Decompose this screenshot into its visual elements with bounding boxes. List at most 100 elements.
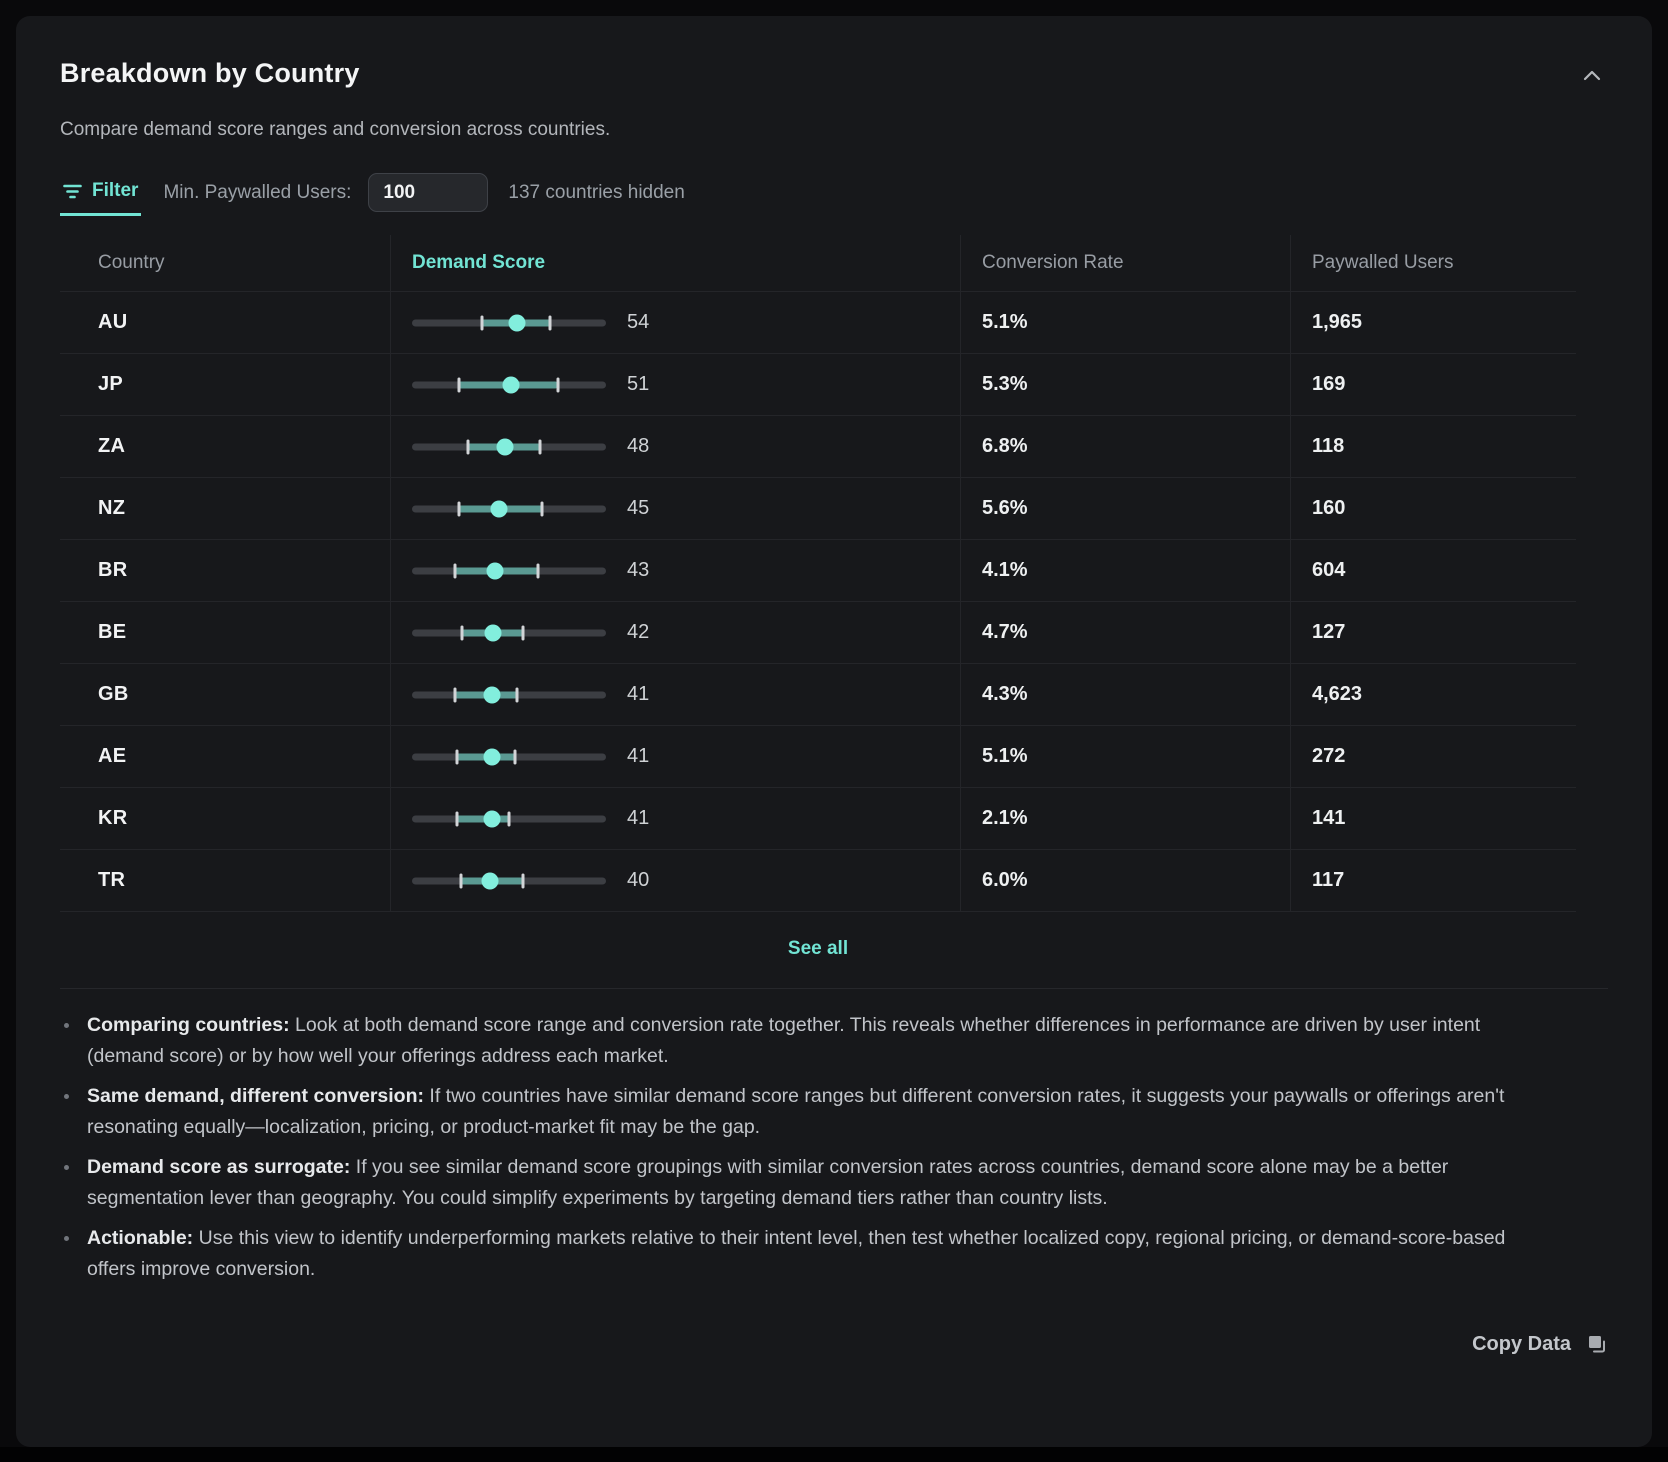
demand-score-dot[interactable] bbox=[483, 686, 500, 703]
column-header-country[interactable]: Country bbox=[60, 235, 390, 291]
demand-score-range-slider[interactable] bbox=[412, 624, 606, 642]
conversion-rate-value: 5.1% bbox=[960, 292, 1290, 353]
page-bottom-strip bbox=[0, 1447, 1668, 1462]
country-code: JP bbox=[60, 354, 390, 415]
collapse-button[interactable] bbox=[1576, 60, 1608, 95]
card-footer: Copy Data bbox=[60, 1333, 1608, 1356]
subtitle: Compare demand score ranges and conversi… bbox=[60, 119, 1608, 141]
copy-data-button[interactable]: Copy Data bbox=[1472, 1333, 1608, 1356]
range-min-tick[interactable] bbox=[459, 873, 462, 888]
range-max-tick[interactable] bbox=[521, 873, 524, 888]
hidden-countries-note: 137 countries hidden bbox=[508, 182, 684, 204]
table-row: AE 41 5.1% 272 bbox=[60, 726, 1576, 788]
country-code: TR bbox=[60, 850, 390, 911]
paywalled-users-value: 141 bbox=[1290, 788, 1576, 849]
range-max-tick[interactable] bbox=[537, 563, 540, 578]
demand-score-value: 41 bbox=[627, 807, 649, 830]
demand-score-value: 45 bbox=[627, 497, 649, 520]
insight-notes: Comparing countries: Look at both demand… bbox=[60, 1010, 1608, 1285]
country-table: Country Demand Score Conversion Rate Pay… bbox=[60, 235, 1576, 912]
table-row: TR 40 6.0% 117 bbox=[60, 850, 1576, 912]
table-header-row: Country Demand Score Conversion Rate Pay… bbox=[60, 235, 1576, 292]
demand-score-range-slider[interactable] bbox=[412, 500, 606, 518]
demand-score-range-slider[interactable] bbox=[412, 810, 606, 828]
min-paywalled-users-input[interactable] bbox=[368, 173, 488, 212]
paywalled-users-value: 604 bbox=[1290, 540, 1576, 601]
range-max-tick[interactable] bbox=[513, 749, 516, 764]
range-max-tick[interactable] bbox=[508, 811, 511, 826]
range-max-tick[interactable] bbox=[556, 377, 559, 392]
demand-score-range-slider[interactable] bbox=[412, 748, 606, 766]
note-demand-score-as-surrogate: Demand score as surrogate: If you see si… bbox=[60, 1152, 1552, 1214]
country-code: GB bbox=[60, 664, 390, 725]
country-code: AE bbox=[60, 726, 390, 787]
country-code: ZA bbox=[60, 416, 390, 477]
breakdown-card: Breakdown by Country Compare demand scor… bbox=[16, 16, 1652, 1447]
range-max-tick[interactable] bbox=[540, 501, 543, 516]
conversion-rate-value: 5.3% bbox=[960, 354, 1290, 415]
demand-score-dot[interactable] bbox=[508, 314, 525, 331]
see-all-button[interactable]: See all bbox=[788, 938, 848, 960]
paywalled-users-value: 117 bbox=[1290, 850, 1576, 911]
conversion-rate-value: 2.1% bbox=[960, 788, 1290, 849]
demand-score-dot[interactable] bbox=[487, 562, 504, 579]
min-paywalled-users-label: Min. Paywalled Users: bbox=[163, 182, 351, 204]
demand-score-dot[interactable] bbox=[483, 748, 500, 765]
range-min-tick[interactable] bbox=[455, 811, 458, 826]
table-row: ZA 48 6.8% 118 bbox=[60, 416, 1576, 478]
demand-score-dot[interactable] bbox=[485, 624, 502, 641]
range-min-tick[interactable] bbox=[453, 563, 456, 578]
table-row: NZ 45 5.6% 160 bbox=[60, 478, 1576, 540]
note-comparing-countries: Comparing countries: Look at both demand… bbox=[60, 1010, 1552, 1072]
range-min-tick[interactable] bbox=[457, 377, 460, 392]
range-max-tick[interactable] bbox=[515, 687, 518, 702]
filter-tab-label: Filter bbox=[92, 180, 138, 202]
demand-score-value: 43 bbox=[627, 559, 649, 582]
demand-score-range-slider[interactable] bbox=[412, 872, 606, 890]
table-row: GB 41 4.3% 4,623 bbox=[60, 664, 1576, 726]
demand-score-dot[interactable] bbox=[491, 500, 508, 517]
range-min-tick[interactable] bbox=[453, 687, 456, 702]
demand-score-range-slider[interactable] bbox=[412, 686, 606, 704]
demand-score-dot[interactable] bbox=[497, 438, 514, 455]
range-max-tick[interactable] bbox=[521, 625, 524, 640]
table-row: KR 41 2.1% 141 bbox=[60, 788, 1576, 850]
paywalled-users-value: 272 bbox=[1290, 726, 1576, 787]
filter-tab[interactable]: Filter bbox=[60, 180, 141, 216]
note-same-demand-different-conversion: Same demand, different conversion: If tw… bbox=[60, 1081, 1552, 1143]
range-min-tick[interactable] bbox=[461, 625, 464, 640]
range-min-tick[interactable] bbox=[467, 439, 470, 454]
conversion-rate-value: 4.3% bbox=[960, 664, 1290, 725]
paywalled-users-value: 160 bbox=[1290, 478, 1576, 539]
conversion-rate-value: 5.6% bbox=[960, 478, 1290, 539]
demand-score-value: 54 bbox=[627, 311, 649, 334]
range-max-tick[interactable] bbox=[539, 439, 542, 454]
demand-score-range-slider[interactable] bbox=[412, 438, 606, 456]
country-code: BE bbox=[60, 602, 390, 663]
conversion-rate-value: 6.8% bbox=[960, 416, 1290, 477]
filter-icon bbox=[63, 183, 82, 200]
table-body: AU 54 5.1% 1,965 JP bbox=[60, 292, 1576, 912]
demand-score-range-slider[interactable] bbox=[412, 314, 606, 332]
range-min-tick[interactable] bbox=[480, 315, 483, 330]
range-min-tick[interactable] bbox=[455, 749, 458, 764]
see-all-wrap: See all bbox=[60, 938, 1576, 960]
range-max-tick[interactable] bbox=[548, 315, 551, 330]
country-code: NZ bbox=[60, 478, 390, 539]
country-code: KR bbox=[60, 788, 390, 849]
range-min-tick[interactable] bbox=[457, 501, 460, 516]
page-title: Breakdown by Country bbox=[60, 58, 360, 89]
demand-score-range-slider[interactable] bbox=[412, 562, 606, 580]
demand-score-dot[interactable] bbox=[502, 376, 519, 393]
column-header-paywalled-users[interactable]: Paywalled Users bbox=[1290, 235, 1576, 291]
demand-score-range-slider[interactable] bbox=[412, 376, 606, 394]
card-header: Breakdown by Country bbox=[60, 58, 1608, 95]
column-header-demand-score[interactable]: Demand Score bbox=[390, 235, 960, 291]
demand-score-dot[interactable] bbox=[481, 872, 498, 889]
copy-data-label: Copy Data bbox=[1472, 1333, 1571, 1356]
demand-score-value: 48 bbox=[627, 435, 649, 458]
table-row: JP 51 5.3% 169 bbox=[60, 354, 1576, 416]
column-header-conversion-rate[interactable]: Conversion Rate bbox=[960, 235, 1290, 291]
table-row: BR 43 4.1% 604 bbox=[60, 540, 1576, 602]
demand-score-dot[interactable] bbox=[483, 810, 500, 827]
